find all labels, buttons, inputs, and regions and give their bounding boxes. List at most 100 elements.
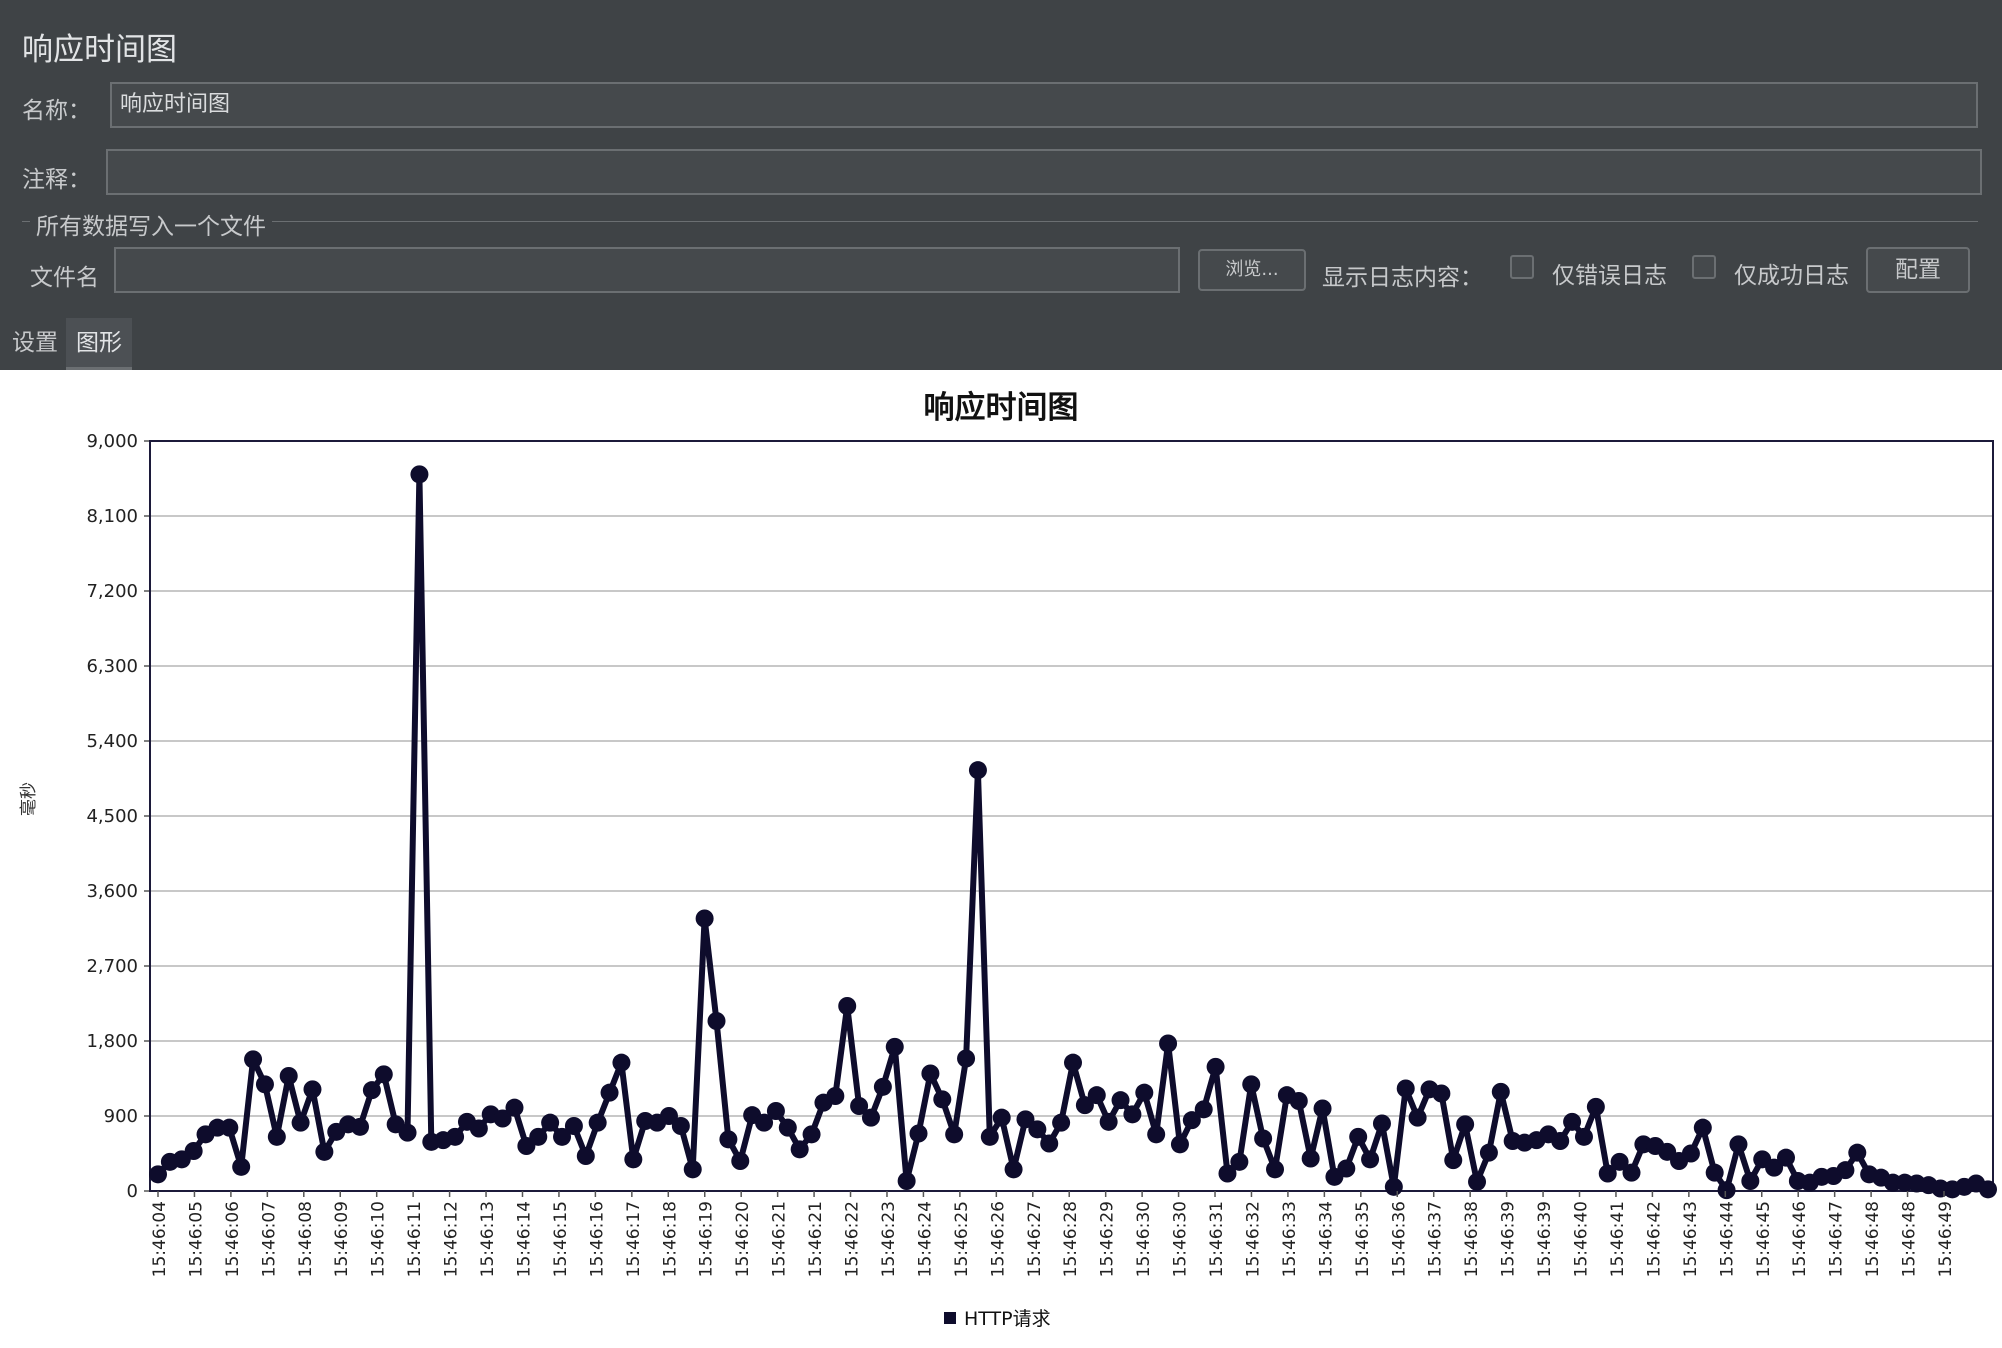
y-tick-label: 6,300 xyxy=(86,656,138,677)
data-point xyxy=(600,1083,619,1102)
x-tick-label: 15:46:04 xyxy=(150,1201,170,1277)
data-point xyxy=(671,1117,690,1135)
data-point xyxy=(398,1123,417,1142)
x-tick-label: 15:46:26 xyxy=(988,1201,1008,1277)
x-tick-label: 15:46:30 xyxy=(1134,1201,1154,1277)
data-point xyxy=(541,1113,560,1132)
y-tick-label: 4,500 xyxy=(86,806,138,827)
data-point xyxy=(1064,1053,1082,1072)
x-tick-label: 15:46:48 xyxy=(1863,1201,1883,1277)
x-tick-label: 15:46:06 xyxy=(223,1201,243,1277)
x-tick-label: 15:46:24 xyxy=(915,1201,935,1277)
data-point xyxy=(1456,1115,1475,1134)
data-point xyxy=(315,1142,334,1161)
data-point xyxy=(1836,1161,1855,1180)
data-point xyxy=(1242,1075,1261,1094)
data-point xyxy=(1289,1092,1308,1110)
data-point xyxy=(374,1065,393,1084)
data-point xyxy=(1361,1150,1380,1169)
x-tick-label: 15:46:44 xyxy=(1717,1201,1737,1277)
data-point xyxy=(1313,1099,1332,1118)
x-tick-label: 15:46:43 xyxy=(1681,1201,1701,1277)
data-point xyxy=(1206,1057,1225,1076)
data-point xyxy=(1052,1113,1071,1132)
data-point xyxy=(588,1113,607,1132)
data-point xyxy=(220,1118,239,1137)
x-tick-label: 15:46:39 xyxy=(1499,1201,1519,1277)
y-tick-label: 7,200 xyxy=(86,581,138,602)
data-point xyxy=(1266,1160,1285,1179)
data-point xyxy=(303,1080,322,1099)
data-point xyxy=(980,1127,999,1146)
data-point xyxy=(469,1119,488,1138)
x-tick-label: 15:46:23 xyxy=(879,1201,899,1277)
x-tick-label: 15:46:27 xyxy=(1025,1201,1045,1277)
y-tick-label: 1,800 xyxy=(86,1031,138,1052)
data-point xyxy=(1776,1148,1795,1167)
x-tick-label: 15:46:11 xyxy=(405,1201,425,1277)
x-tick-label: 15:46:16 xyxy=(587,1201,607,1277)
data-point xyxy=(861,1108,880,1127)
data-point xyxy=(1123,1105,1142,1124)
y-tick-label: 9,000 xyxy=(86,431,138,452)
data-point xyxy=(1349,1127,1368,1146)
data-point xyxy=(1479,1143,1498,1162)
data-point xyxy=(255,1075,274,1094)
x-tick-label: 15:46:21 xyxy=(806,1201,826,1277)
data-point xyxy=(1408,1108,1427,1127)
x-tick-label: 15:46:34 xyxy=(1316,1201,1336,1277)
x-tick-label: 15:46:32 xyxy=(1243,1201,1263,1277)
data-point xyxy=(885,1037,904,1056)
x-tick-label: 15:46:49 xyxy=(1936,1201,1956,1277)
data-point xyxy=(1717,1181,1736,1200)
y-tick-label: 2,700 xyxy=(86,956,138,977)
x-tick-label: 15:46:48 xyxy=(1900,1201,1920,1277)
data-point xyxy=(1384,1177,1403,1196)
data-point xyxy=(362,1081,381,1100)
data-point xyxy=(873,1077,892,1096)
x-tick-label: 15:46:08 xyxy=(296,1201,316,1277)
x-tick-label: 15:46:33 xyxy=(1280,1201,1300,1277)
y-tick-label: 900 xyxy=(104,1106,138,1127)
data-point xyxy=(1729,1135,1748,1154)
data-point xyxy=(1551,1132,1570,1150)
y-tick-label: 5,400 xyxy=(86,731,138,752)
response-time-chart: 0 900 1,800 2,700 3,600 4,500 5,400 6,300 7,200 8… xyxy=(86,431,1997,1277)
x-tick-label: 15:46:41 xyxy=(1608,1201,1628,1277)
x-tick-label: 15:46:21 xyxy=(770,1201,790,1277)
data-point xyxy=(1040,1134,1059,1153)
data-point xyxy=(790,1140,809,1159)
x-tick-label: 15:46:25 xyxy=(952,1201,972,1277)
data-point xyxy=(244,1050,263,1069)
data-point xyxy=(1491,1082,1510,1101)
data-point xyxy=(992,1108,1011,1127)
data-point xyxy=(683,1160,702,1179)
data-point xyxy=(1147,1125,1166,1144)
data-point xyxy=(446,1127,465,1146)
data-point xyxy=(826,1087,845,1105)
data-point xyxy=(695,909,714,928)
x-tick-label: 15:46:45 xyxy=(1754,1201,1774,1277)
data-point xyxy=(232,1157,251,1176)
x-tick-label: 15:46:18 xyxy=(660,1201,680,1277)
x-tick-label: 15:46:29 xyxy=(1098,1201,1118,1277)
x-tick-label: 15:46:47 xyxy=(1827,1201,1847,1277)
data-point xyxy=(1170,1135,1189,1154)
data-point xyxy=(1087,1086,1106,1105)
data-point xyxy=(957,1049,976,1068)
data-point xyxy=(410,465,429,484)
data-point xyxy=(1693,1118,1712,1137)
data-point xyxy=(1622,1163,1641,1182)
data-point xyxy=(838,997,857,1015)
y-tick-label: 8,100 xyxy=(86,506,138,527)
data-point xyxy=(624,1150,643,1169)
data-point xyxy=(1004,1160,1023,1179)
x-tick-label: 15:46:36 xyxy=(1389,1201,1409,1277)
x-tick-label: 15:46:19 xyxy=(697,1201,717,1277)
y-tick-label: 0 xyxy=(127,1181,138,1202)
data-point xyxy=(351,1117,370,1136)
data-point xyxy=(1705,1163,1724,1182)
data-point xyxy=(279,1067,298,1085)
x-tick-label: 15:46:17 xyxy=(624,1201,644,1277)
data-point xyxy=(897,1172,916,1190)
